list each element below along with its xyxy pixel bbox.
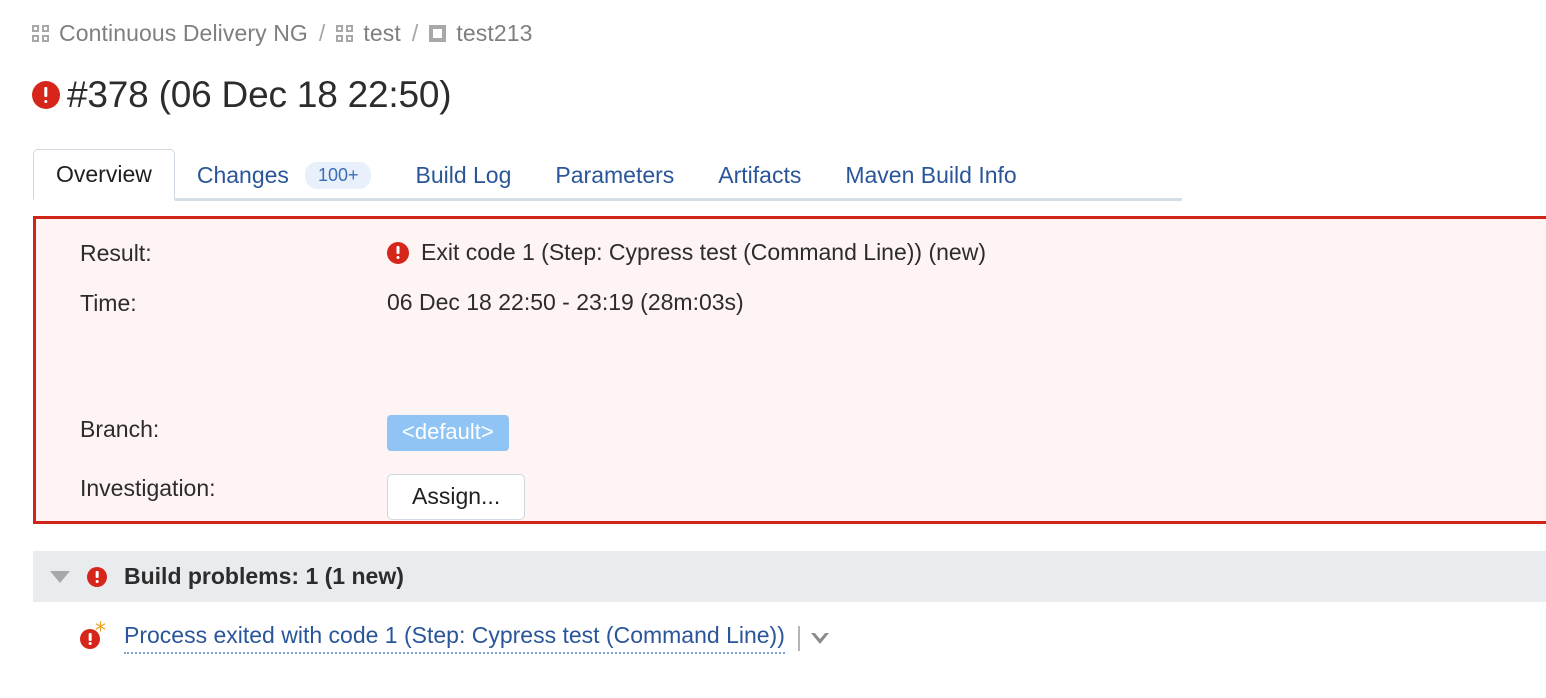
investigation-label: Investigation: (80, 475, 216, 501)
tab-label: Changes (196, 161, 289, 188)
project-icon (336, 24, 354, 42)
error-icon (32, 81, 60, 109)
tab-build-log[interactable]: Build Log (393, 149, 533, 201)
caret-down-icon[interactable] (810, 631, 829, 644)
breadcrumb-separator: / (318, 19, 326, 46)
result-value: Exit code 1 (Step: Cypress test (Command… (387, 235, 986, 266)
tab-parameters[interactable]: Parameters (533, 149, 696, 201)
branch-row: Branch: <default> (80, 411, 986, 461)
tab-changes[interactable]: Changes 100+ (175, 149, 394, 201)
build-problem-link[interactable]: Process exited with code 1 (Step: Cypres… (124, 622, 785, 654)
tab-label: Parameters (555, 161, 675, 188)
tab-maven-build-info[interactable]: Maven Build Info (823, 149, 1038, 201)
breadcrumb-label-project: Continuous Delivery NG (59, 19, 308, 46)
assign-investigation-button[interactable]: Assign... (387, 474, 526, 521)
build-problems-header[interactable]: Build problems: 1 (1 new) (33, 551, 1546, 602)
result-label: Result: (80, 240, 152, 266)
build-result-panel: Result: Exit code 1 (Step: Cypress test … (33, 216, 1546, 524)
tab-artifacts[interactable]: Artifacts (696, 149, 823, 201)
branch-label: Branch: (80, 416, 160, 442)
result-row: Result: Exit code 1 (Step: Cypress test … (80, 235, 986, 285)
breadcrumb-item-project[interactable]: Continuous Delivery NG (32, 20, 308, 47)
page-title: #378 (06 Dec 18 22:50) (32, 74, 452, 116)
build-problems-title: Build problems: 1 (1 new) (124, 563, 404, 589)
investigation-row: Investigation: Assign... (80, 470, 986, 521)
build-overview-page: Continuous Delivery NG / test / test213 … (0, 0, 1546, 698)
build-number-and-date: #378 (06 Dec 18 22:50) (67, 74, 452, 115)
problem-status: * (80, 621, 112, 651)
breadcrumb-separator: / (411, 19, 419, 46)
project-icon (32, 24, 49, 42)
breadcrumb-label-subproject: test (363, 19, 401, 46)
build-problem-item: * Process exited with code 1 (Step: Cypr… (80, 621, 829, 654)
tab-label: Build Log (415, 161, 512, 188)
build-summary-rows: Result: Exit code 1 (Step: Cypress test … (80, 235, 986, 521)
new-problem-marker: * (95, 619, 106, 644)
tab-label: Maven Build Info (845, 161, 1017, 188)
branch-pill[interactable]: <default> (387, 415, 509, 451)
breadcrumb: Continuous Delivery NG / test / test213 (32, 16, 533, 50)
tab-overview[interactable]: Overview (33, 149, 175, 201)
chevron-down-icon[interactable] (50, 570, 70, 583)
error-icon (87, 566, 107, 587)
tab-label: Artifacts (718, 161, 802, 188)
breadcrumb-item-subproject[interactable]: test (336, 19, 401, 47)
error-icon (387, 241, 409, 264)
investigation-value: Assign... (387, 470, 526, 521)
separator (797, 625, 800, 651)
buildtype-icon (429, 24, 447, 42)
branch-value: <default> (387, 411, 509, 451)
changes-count-badge: 100+ (304, 161, 372, 189)
time-label: Time: (80, 290, 137, 316)
breadcrumb-label-buildtype: test213 (456, 19, 533, 46)
tab-label: Overview (56, 160, 152, 187)
breadcrumb-item-buildtype[interactable]: test213 (429, 20, 532, 47)
build-tabs: Overview Changes 100+ Build Log Paramete… (33, 146, 1182, 201)
time-value: 06 Dec 18 22:50 - 23:19 (28m:03s) (387, 289, 744, 315)
time-row: Time: 06 Dec 18 22:50 - 23:19 (28m:03s) (80, 285, 986, 335)
result-text: Exit code 1 (Step: Cypress test (Command… (421, 239, 986, 265)
